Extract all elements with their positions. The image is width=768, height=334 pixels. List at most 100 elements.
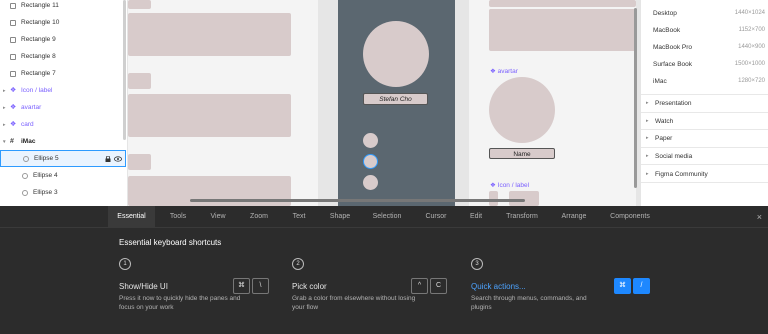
- chevron-right-icon: ▸: [646, 153, 649, 159]
- chevron-right-icon: ▸: [646, 100, 649, 106]
- tab-essential[interactable]: Essential: [108, 206, 155, 228]
- layer-row[interactable]: ▸ ❖ Icon / label: [0, 82, 126, 99]
- layer-row[interactable]: ▸ ❖ avartar: [0, 99, 126, 116]
- layer-label: Ellipse 5: [34, 155, 59, 162]
- tab-view[interactable]: View: [200, 206, 236, 228]
- component-icon: ❖: [10, 120, 17, 128]
- device-size: 1280×720: [738, 78, 765, 84]
- component-label-avartar[interactable]: ❖ avartar: [490, 67, 518, 75]
- layer-label: Ellipse 3: [33, 189, 58, 196]
- placeholder-rect[interactable]: [128, 13, 291, 56]
- placeholder-rect[interactable]: [489, 0, 636, 7]
- tab-components[interactable]: Components: [603, 206, 657, 228]
- canvas-vertical-scrollbar[interactable]: [634, 8, 637, 188]
- layer-row[interactable]: Ellipse 3: [0, 184, 126, 201]
- key-slash-active: /: [633, 278, 650, 294]
- preset-category-figma-community[interactable]: ▸ Figma Community: [641, 166, 768, 183]
- tab-tools[interactable]: Tools: [160, 206, 196, 228]
- device-preset-imac[interactable]: iMac 1280×720: [653, 73, 765, 90]
- ellipse-icon: [23, 155, 29, 162]
- layer-row[interactable]: Rectangle 9: [0, 31, 126, 48]
- placeholder-rect[interactable]: [128, 73, 151, 89]
- avatar-ellipse[interactable]: [489, 77, 555, 143]
- category-label: Paper: [655, 135, 673, 142]
- ellipse-icon: [22, 172, 28, 179]
- component-label-icon[interactable]: ❖ Icon / label: [490, 181, 529, 189]
- avatar-ellipse[interactable]: [363, 21, 429, 87]
- placeholder-rect[interactable]: [128, 94, 291, 137]
- tab-zoom[interactable]: Zoom: [240, 206, 278, 228]
- rectangle-icon: [10, 19, 16, 26]
- device-preset-surface-book[interactable]: Surface Book 1500×1000: [653, 56, 765, 73]
- step-number: 1: [119, 258, 131, 270]
- device-preset-desktop[interactable]: Desktop 1440×1024: [653, 5, 765, 22]
- eye-icon[interactable]: [114, 156, 122, 162]
- figma-editor: Rectangle 11 Rectangle 10 Rectangle 9 Re…: [0, 0, 768, 334]
- device-size: 1500×1000: [734, 61, 765, 67]
- lock-icon[interactable]: [105, 155, 111, 162]
- expand-caret-icon[interactable]: ▸: [3, 105, 8, 111]
- placeholder-rect[interactable]: [128, 0, 151, 9]
- category-label: Presentation: [655, 100, 692, 107]
- device-name: MacBook Pro: [653, 44, 693, 51]
- frame-presets-panel: Desktop 1440×1024 MacBook 1152×700 MacBo…: [640, 0, 768, 206]
- frame-icon: #: [10, 137, 14, 145]
- device-preset-macbook[interactable]: MacBook 1152×700: [653, 22, 765, 39]
- ellipse-4[interactable]: [363, 175, 378, 190]
- preset-category-watch[interactable]: ▸ Watch: [641, 113, 768, 130]
- ellipse-5-selected[interactable]: [363, 154, 378, 169]
- rectangle-icon: [10, 53, 16, 60]
- layer-row[interactable]: Rectangle 11: [0, 0, 126, 14]
- component-name: Icon / label: [497, 182, 530, 189]
- chevron-right-icon: ▸: [646, 171, 649, 177]
- device-name: Surface Book: [653, 61, 693, 68]
- layer-label: avartar: [21, 104, 42, 111]
- device-size: 1152×700: [738, 27, 765, 33]
- tab-cursor[interactable]: Cursor: [416, 206, 456, 228]
- tab-shape[interactable]: Shape: [321, 206, 359, 228]
- layer-row[interactable]: Rectangle 10: [0, 14, 126, 31]
- component-icon: ❖: [10, 103, 17, 111]
- collapse-caret-icon[interactable]: ▾: [3, 139, 8, 145]
- category-label: Figma Community: [655, 171, 708, 178]
- key-command: ⌘: [233, 278, 250, 294]
- device-name: Desktop: [653, 10, 677, 17]
- device-preset-macbook-pro[interactable]: MacBook Pro 1440×900: [653, 39, 765, 56]
- layer-row[interactable]: Ellipse 4: [0, 167, 126, 184]
- shortcut-title-link[interactable]: Quick actions...: [471, 282, 526, 291]
- tab-text[interactable]: Text: [281, 206, 317, 228]
- layer-row-selected[interactable]: Ellipse 5: [0, 150, 126, 167]
- layer-label: Rectangle 7: [21, 70, 56, 77]
- name-pill[interactable]: Name: [489, 148, 555, 159]
- preset-category-social-media[interactable]: ▸ Social media: [641, 148, 768, 165]
- shortcut-description: Search through menus, commands, and plug…: [471, 295, 587, 311]
- device-size: 1440×1024: [734, 10, 765, 16]
- card-rect[interactable]: [489, 9, 636, 51]
- layer-row[interactable]: Rectangle 7: [0, 65, 126, 82]
- expand-caret-icon[interactable]: ▸: [3, 88, 8, 94]
- preset-category-presentation[interactable]: ▸ Presentation: [641, 95, 768, 112]
- canvas-horizontal-scrollbar[interactable]: [190, 199, 525, 202]
- tab-edit[interactable]: Edit: [461, 206, 491, 228]
- layer-label: Rectangle 9: [21, 36, 56, 43]
- name-pill[interactable]: Stefan Cho: [363, 93, 428, 105]
- canvas[interactable]: Stefan Cho ❖ avartar Name ❖ Icon / label: [128, 0, 640, 206]
- step-number: 2: [292, 258, 304, 270]
- placeholder-rect[interactable]: [128, 154, 151, 170]
- close-icon[interactable]: ×: [757, 212, 762, 222]
- ellipse-3[interactable]: [363, 133, 378, 148]
- tab-transform[interactable]: Transform: [498, 206, 546, 228]
- preset-category-paper[interactable]: ▸ Paper: [641, 130, 768, 147]
- layer-row[interactable]: ▾ # iMac: [0, 133, 126, 150]
- expand-caret-icon[interactable]: ▸: [3, 122, 8, 128]
- layer-row[interactable]: Rectangle 8: [0, 48, 126, 65]
- tab-selection[interactable]: Selection: [365, 206, 409, 228]
- tab-arrange[interactable]: Arrange: [552, 206, 596, 228]
- key-command-active: ⌘: [614, 278, 631, 294]
- layers-scrollbar[interactable]: [123, 0, 126, 140]
- rectangle-icon: [10, 2, 16, 9]
- layer-label: Rectangle 11: [21, 2, 59, 9]
- shortcuts-title: Essential keyboard shortcuts: [119, 238, 222, 247]
- layer-label: iMac: [21, 138, 36, 145]
- layer-row[interactable]: ▸ ❖ card: [0, 116, 126, 133]
